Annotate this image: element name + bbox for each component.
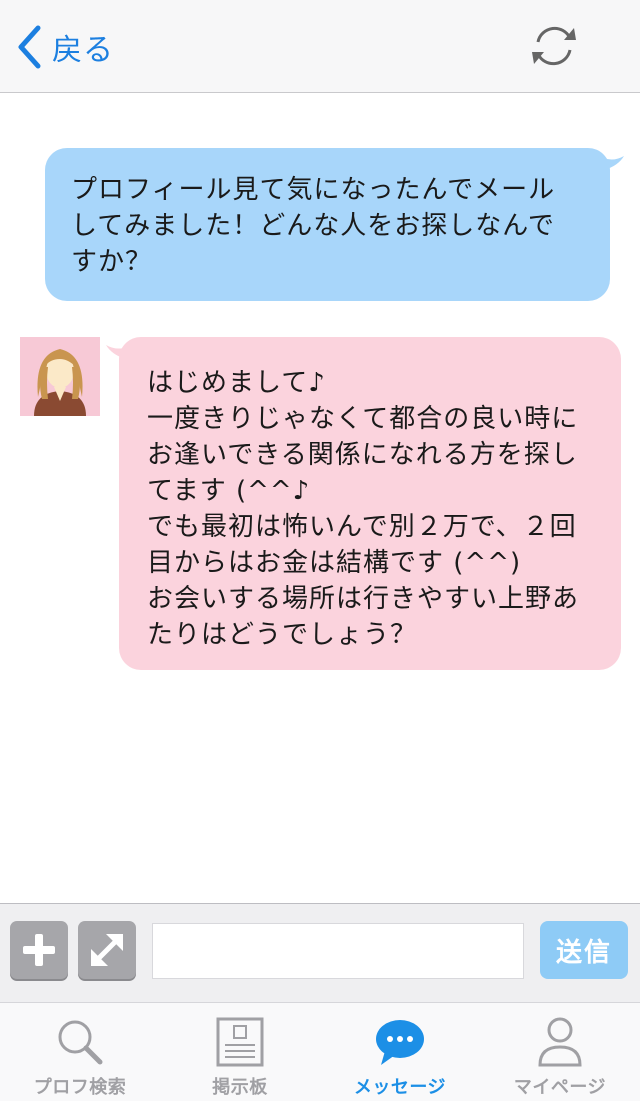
message-line: 一度きりじゃなくて都合の良い時に [147, 404, 579, 434]
refresh-button[interactable] [524, 18, 584, 74]
tab-my-page[interactable]: マイページ [480, 1003, 640, 1101]
tab-label: 掲示板 [212, 1077, 268, 1098]
message-line: お逢いできる関係になれる方を探し [147, 440, 578, 470]
message-input[interactable] [152, 923, 524, 979]
message-line: すか？ [71, 247, 153, 277]
chat-bubble-icon [376, 1020, 424, 1065]
navigation-bar: 戻る [0, 0, 640, 93]
message-line: でも最初は怖いんで別２万で、２回 [147, 512, 577, 542]
message-line: たりはどうでしょう？ [147, 620, 418, 650]
message-line: してみました！どんな人をお探しなんで [71, 211, 555, 241]
message-composer: 送信 [0, 903, 640, 1002]
tab-messages[interactable]: メッセージ [320, 1003, 480, 1101]
bulletin-board-icon [216, 1017, 264, 1067]
tab-bar: プロフ検索 掲示板 メッセージ マイページ [0, 1002, 640, 1101]
outgoing-message-bubble: プロフィール見て気になったんでメール してみました！どんな人をお探しなんで すか… [45, 148, 610, 301]
search-icon [58, 1020, 103, 1065]
back-button[interactable]: 戻る [16, 22, 114, 72]
back-label: 戻る [52, 33, 114, 68]
message-line: はじめまして♪ [147, 368, 326, 398]
incoming-message-bubble: はじめまして♪ 一度きりじゃなくて都合の良い時に お逢いできる関係になれる方を探… [119, 337, 621, 670]
add-attachment-button[interactable] [10, 921, 68, 979]
avatar-image [20, 337, 100, 416]
message-line: 目からはお金は結構です (^^) [147, 548, 522, 578]
expand-composer-button[interactable] [78, 921, 136, 979]
tab-label: マイページ [513, 1077, 607, 1098]
expand-icon [91, 934, 123, 966]
tab-bulletin-board[interactable]: 掲示板 [160, 1003, 320, 1101]
send-button[interactable]: 送信 [540, 921, 628, 979]
refresh-icon [532, 26, 576, 66]
chevron-left-icon [18, 25, 41, 69]
plus-icon [23, 934, 55, 966]
tab-profile-search[interactable]: プロフ検索 [0, 1003, 160, 1101]
message-line: お会いする場所は行きやすい上野あ [147, 584, 580, 614]
person-icon [538, 1017, 582, 1067]
partner-avatar[interactable] [20, 337, 100, 416]
tab-label: メッセージ [353, 1077, 447, 1098]
outgoing-bubble-tail [596, 154, 624, 170]
message-line: プロフィール見て気になったんでメール [71, 175, 556, 205]
message-line: てます (^^♪ [147, 476, 311, 506]
tab-label: プロフ検索 [33, 1077, 127, 1098]
